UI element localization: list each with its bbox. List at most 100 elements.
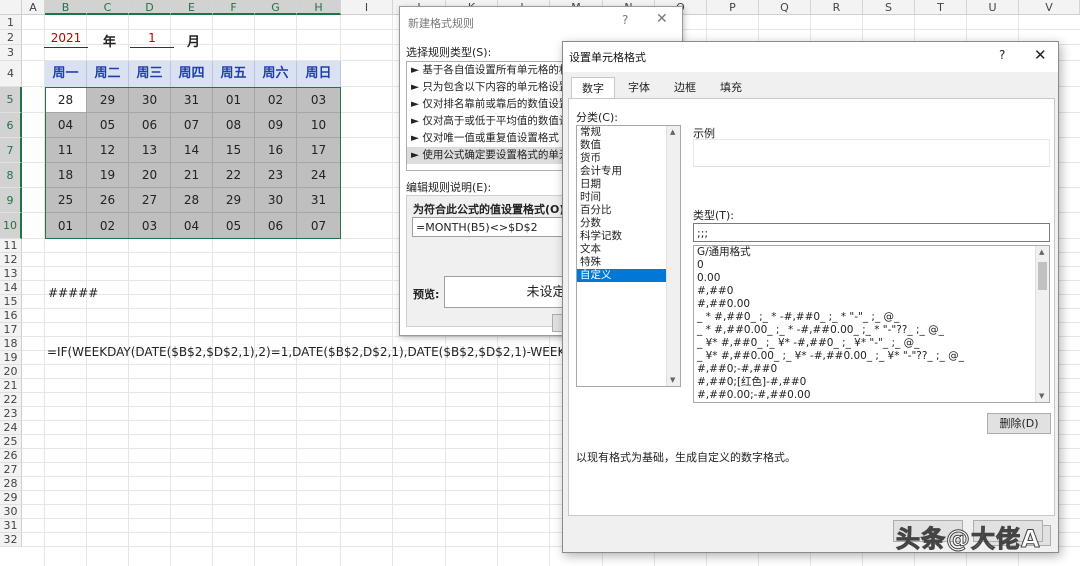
- calendar-day-cell[interactable]: 02: [255, 87, 297, 113]
- tab-font[interactable]: 字体: [617, 77, 661, 99]
- calendar-day-cell[interactable]: 06: [255, 213, 297, 239]
- column-header-v[interactable]: V: [1019, 0, 1080, 15]
- calendar-day-cell[interactable]: 30: [129, 87, 171, 113]
- format-code-item[interactable]: G/通用格式: [694, 246, 1049, 259]
- category-item[interactable]: 日期: [577, 178, 666, 191]
- calendar-day-cell[interactable]: 05: [213, 213, 255, 239]
- category-item[interactable]: 特殊: [577, 256, 666, 269]
- row-header-3[interactable]: 3: [0, 45, 22, 61]
- scroll-thumb[interactable]: [1038, 262, 1047, 290]
- column-header-g[interactable]: G: [255, 0, 297, 15]
- calendar-day-cell[interactable]: 20: [129, 163, 171, 188]
- scroll-down-icon[interactable]: ▼: [670, 376, 675, 384]
- calendar-day-cell[interactable]: 01: [213, 87, 255, 113]
- calendar-day-cell[interactable]: 05: [87, 113, 129, 138]
- type-input[interactable]: ;;;: [693, 223, 1050, 242]
- formula-text-cell[interactable]: =IF(WEEKDAY(DATE($B$2,$D$2,1),2)=1,DATE(…: [47, 345, 567, 359]
- calendar-day-cell[interactable]: 22: [213, 163, 255, 188]
- weekday-header[interactable]: 周六: [255, 61, 297, 87]
- calendar-day-cell[interactable]: 03: [129, 213, 171, 239]
- help-button[interactable]: ?: [622, 13, 628, 27]
- row-header-23[interactable]: 23: [0, 407, 22, 421]
- row-header-24[interactable]: 24: [0, 421, 22, 435]
- format-code-item[interactable]: _ ¥* #,##0.00_ ;_ ¥* -#,##0.00_ ;_ ¥* "-…: [694, 350, 1049, 363]
- calendar-day-cell[interactable]: 19: [87, 163, 129, 188]
- column-header-t[interactable]: T: [915, 0, 967, 15]
- scroll-down-icon[interactable]: ▼: [1039, 392, 1044, 400]
- category-item[interactable]: 数值: [577, 139, 666, 152]
- row-header-16[interactable]: 16: [0, 309, 22, 323]
- calendar-day-cell[interactable]: 04: [171, 213, 213, 239]
- calendar-day-cell[interactable]: 02: [87, 213, 129, 239]
- calendar-day-cell[interactable]: 23: [255, 163, 297, 188]
- row-header-6[interactable]: 6: [0, 113, 22, 138]
- column-header-q[interactable]: Q: [759, 0, 811, 15]
- weekday-header[interactable]: 周四: [171, 61, 213, 87]
- row-header-5[interactable]: 5: [0, 87, 22, 113]
- row-header-22[interactable]: 22: [0, 393, 22, 407]
- calendar-day-cell[interactable]: 03: [297, 87, 341, 113]
- format-code-item[interactable]: #,##0.00: [694, 298, 1049, 311]
- calendar-day-cell[interactable]: 21: [171, 163, 213, 188]
- column-header-f[interactable]: F: [213, 0, 255, 15]
- weekday-header[interactable]: 周二: [87, 61, 129, 87]
- row-header-10[interactable]: 10: [0, 213, 22, 239]
- calendar-day-cell[interactable]: 24: [297, 163, 341, 188]
- format-code-item[interactable]: #,##0: [694, 285, 1049, 298]
- calendar-day-cell[interactable]: 14: [171, 138, 213, 163]
- close-icon[interactable]: ✕: [1034, 46, 1047, 64]
- calendar-day-cell[interactable]: 06: [129, 113, 171, 138]
- format-code-item[interactable]: #,##0.00;-#,##0.00: [694, 389, 1049, 402]
- calendar-day-cell[interactable]: 11: [45, 138, 87, 163]
- weekday-header[interactable]: 周一: [45, 61, 87, 87]
- calendar-day-cell[interactable]: 13: [129, 138, 171, 163]
- column-header-s[interactable]: S: [863, 0, 915, 15]
- calendar-day-cell[interactable]: 31: [297, 188, 341, 213]
- row-header-7[interactable]: 7: [0, 138, 22, 163]
- weekday-header[interactable]: 周三: [129, 61, 171, 87]
- category-item[interactable]: 常规: [577, 126, 666, 139]
- category-item[interactable]: 货币: [577, 152, 666, 165]
- row-header-26[interactable]: 26: [0, 449, 22, 463]
- category-item[interactable]: 百分比: [577, 204, 666, 217]
- calendar-day-cell[interactable]: 04: [45, 113, 87, 138]
- year-cell[interactable]: 2021: [44, 30, 88, 48]
- row-header-17[interactable]: 17: [0, 323, 22, 337]
- category-item[interactable]: 自定义: [577, 269, 666, 282]
- select-all-corner[interactable]: [0, 0, 22, 15]
- row-header-18[interactable]: 18: [0, 337, 22, 351]
- column-header-a[interactable]: A: [22, 0, 45, 15]
- row-header-13[interactable]: 13: [0, 267, 22, 281]
- format-code-item[interactable]: _ * #,##0.00_ ;_ * -#,##0.00_ ;_ * "-"??…: [694, 324, 1049, 337]
- column-header-p[interactable]: P: [707, 0, 759, 15]
- calendar-day-cell[interactable]: 25: [45, 188, 87, 213]
- calendar-day-cell[interactable]: 16: [255, 138, 297, 163]
- category-item[interactable]: 时间: [577, 191, 666, 204]
- row-header-1[interactable]: 1: [0, 15, 22, 30]
- row-header-27[interactable]: 27: [0, 463, 22, 477]
- row-header-28[interactable]: 28: [0, 477, 22, 491]
- calendar-day-cell[interactable]: 26: [87, 188, 129, 213]
- row-header-32[interactable]: 32: [0, 533, 22, 547]
- category-item[interactable]: 文本: [577, 243, 666, 256]
- calendar-day-cell[interactable]: 12: [87, 138, 129, 163]
- calendar-day-cell[interactable]: 29: [213, 188, 255, 213]
- format-code-item[interactable]: #,##0;-#,##0: [694, 363, 1049, 376]
- calendar-day-cell[interactable]: 18: [45, 163, 87, 188]
- overflow-cell[interactable]: #####: [48, 286, 98, 300]
- delete-button[interactable]: 删除(D): [987, 413, 1051, 434]
- category-scrollbar[interactable]: ▲ ▼: [666, 126, 680, 386]
- help-button[interactable]: ?: [999, 48, 1005, 62]
- column-header-d[interactable]: D: [129, 0, 171, 15]
- row-header-2[interactable]: 2: [0, 30, 22, 45]
- row-header-9[interactable]: 9: [0, 188, 22, 213]
- close-icon[interactable]: ✕: [656, 11, 668, 27]
- column-header-c[interactable]: C: [87, 0, 129, 15]
- calendar-day-cell[interactable]: 29: [87, 87, 129, 113]
- calendar-day-cell[interactable]: 15: [213, 138, 255, 163]
- calendar-day-cell[interactable]: 10: [297, 113, 341, 138]
- format-code-item[interactable]: 0: [694, 259, 1049, 272]
- row-header-21[interactable]: 21: [0, 379, 22, 393]
- calendar-day-cell[interactable]: 07: [297, 213, 341, 239]
- month-cell[interactable]: 1: [130, 30, 174, 48]
